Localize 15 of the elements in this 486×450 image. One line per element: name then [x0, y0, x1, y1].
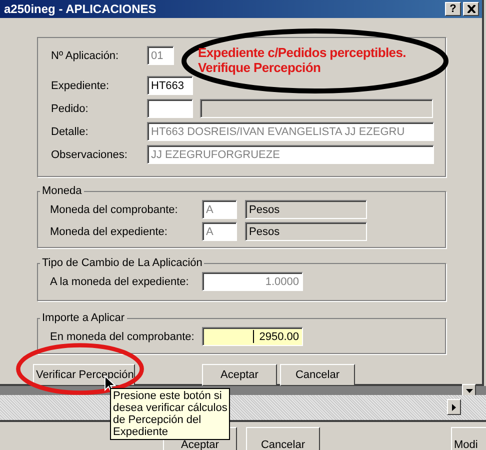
field-label: Nº Aplicación: [51, 50, 120, 62]
group-title: Tipo de Cambio de La Aplicación [41, 257, 204, 269]
group-title: Moneda [41, 185, 83, 197]
field-label: Expediente: [51, 80, 110, 92]
field-label: Moneda del comprobante: [50, 204, 179, 216]
field-label: Detalle: [51, 126, 90, 138]
field-label: Pedido: [51, 102, 90, 114]
window-title: a250ineg - APLICACIONES [4, 2, 158, 16]
field-label: En moneda del comprobante: [50, 330, 196, 342]
group-title: Importe a Aplicar [41, 312, 126, 324]
field-label: Moneda del expediente: [50, 226, 168, 238]
field-label: A la moneda del expediente: [50, 276, 190, 288]
tooltip: Presione este botón si desea verificar cálculos de Percepción del Expediente [110, 388, 230, 440]
field-label: Observaciones: [51, 148, 128, 160]
annotation-text: Expediente c/Pedidos perceptibles. Verifique Percepción [198, 45, 406, 75]
